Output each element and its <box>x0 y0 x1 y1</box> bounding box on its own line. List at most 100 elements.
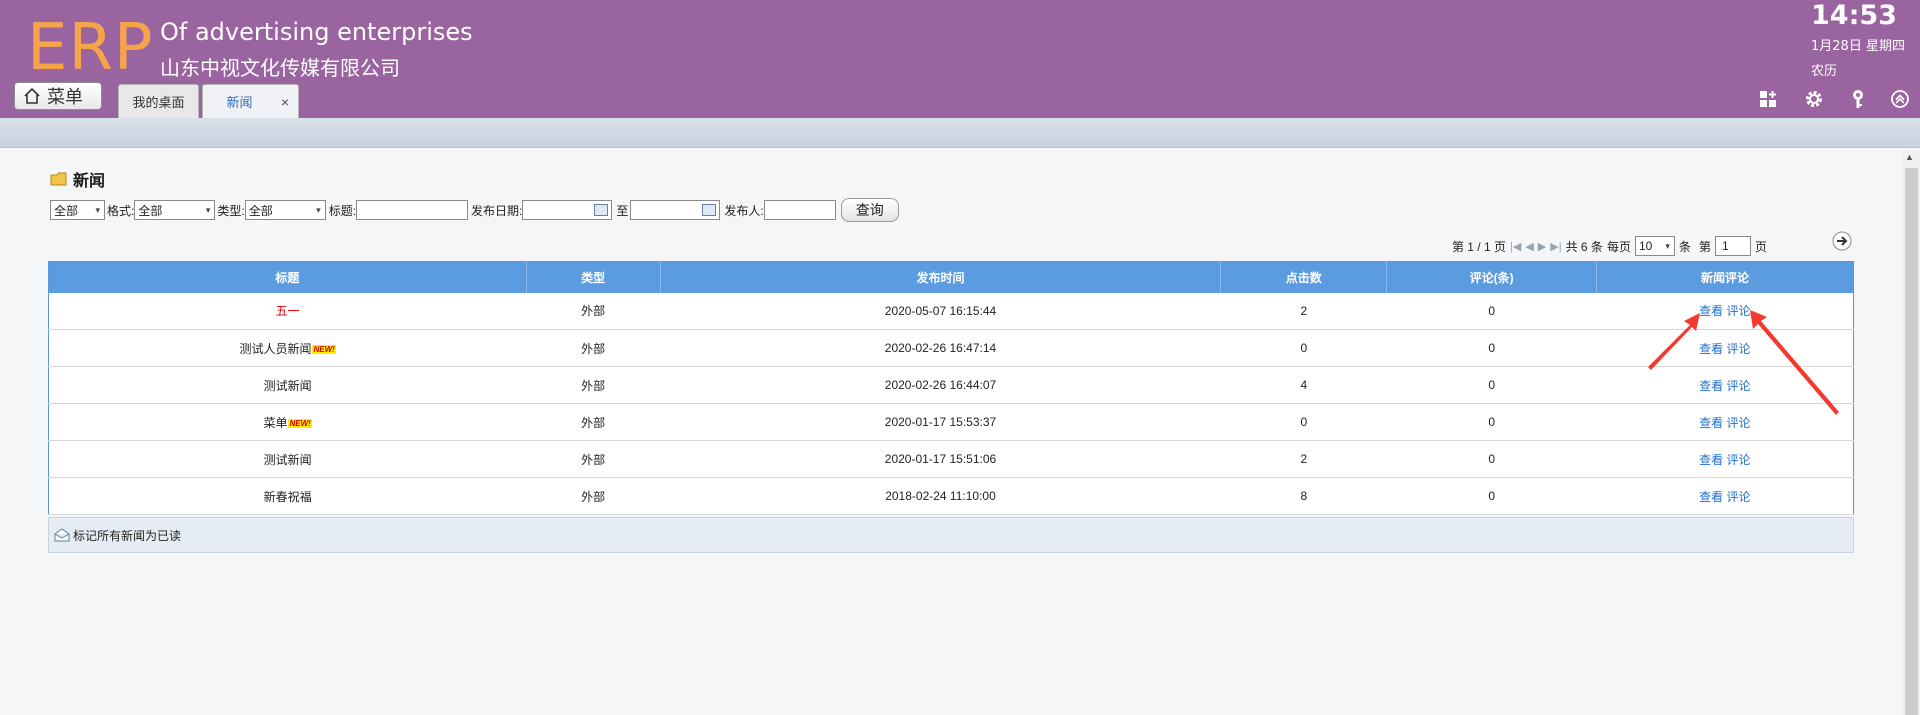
pagination: 第 1 / 1 页 |◀ ◀ ▶ ▶| 共 6 条 每页 10 ▾ 条 第 1 页 <box>1452 234 1767 258</box>
page-info: 第 1 / 1 页 <box>1451 239 1506 254</box>
news-title-cell: 测试人员新闻 NEW! <box>48 329 527 367</box>
publisher-input[interactable] <box>763 200 836 220</box>
collapse-up-icon[interactable] <box>1889 88 1911 110</box>
date-to-label: 至 <box>616 203 629 218</box>
page-title-text: 新闻 <box>73 173 106 190</box>
key-icon[interactable] <box>1847 88 1869 110</box>
chevron-down-icon: ▾ <box>95 204 100 215</box>
news-title-link[interactable]: 测试人员新闻 <box>239 342 311 356</box>
news-publish-time: 2020-01-17 15:51:06 <box>660 440 1221 478</box>
calendar-icon[interactable] <box>702 204 717 216</box>
news-comment-count: 0 <box>1386 366 1597 404</box>
column-header-clicks[interactable]: 点击数 <box>1220 261 1388 293</box>
total-count: 共 6 条 <box>1565 239 1603 254</box>
comment-link[interactable]: 评论 <box>1726 490 1750 504</box>
column-header-news-comment[interactable]: 新闻评论 <box>1596 261 1854 293</box>
column-header-title[interactable]: 标题 <box>48 261 527 293</box>
last-page-icon[interactable]: ▶| <box>1550 240 1561 253</box>
news-comment-count: 0 <box>1386 292 1597 330</box>
menu-button-label: 菜单 <box>47 87 83 107</box>
toolbar-strip <box>0 118 1920 148</box>
news-clicks: 4 <box>1220 366 1387 404</box>
table-row: 菜单 NEW! 外部 2020-01-17 15:53:37 0 0 查看 评论 <box>48 403 1854 441</box>
format-select[interactable]: 全部 ▾ <box>134 200 216 220</box>
gear-icon[interactable] <box>1803 88 1825 110</box>
news-title-cell: 菜单 NEW! <box>48 403 527 441</box>
menu-button[interactable]: 菜单 <box>14 82 102 110</box>
news-publish-time: 2020-02-26 16:44:07 <box>660 366 1221 404</box>
lunar-date: 农历 <box>1811 64 1838 79</box>
table-row: 测试人员新闻 NEW! 外部 2020-02-26 16:47:14 0 0 查看… <box>48 329 1854 367</box>
view-link[interactable]: 查看 <box>1699 453 1723 467</box>
news-title-link[interactable]: 五一 <box>48 292 527 330</box>
chevron-down-icon: ▾ <box>205 204 211 215</box>
tab-my-desktop-label: 我的桌面 <box>132 95 185 110</box>
news-title-link[interactable]: 测试新闻 <box>48 366 527 404</box>
new-badge: NEW! <box>312 344 336 354</box>
mark-all-read-link[interactable]: 标记所有新闻为已读 <box>73 527 181 544</box>
column-header-publish-time[interactable]: 发布时间 <box>660 261 1222 293</box>
prev-page-icon[interactable]: ◀ <box>1525 240 1533 253</box>
date-from-input[interactable] <box>522 200 613 220</box>
scope-select-value: 全部 <box>54 203 79 218</box>
scope-select[interactable]: 全部 ▾ <box>50 200 105 220</box>
tab-close-icon[interactable]: × <box>281 94 289 110</box>
scrollbar-thumb[interactable] <box>1905 168 1918 715</box>
chevron-down-icon: ▾ <box>316 204 321 215</box>
table-row: 五一 外部 2020-05-07 16:15:44 2 0 查看 评论 <box>48 292 1854 330</box>
news-comment-count: 0 <box>1386 403 1597 441</box>
erp-logo: ERP <box>27 11 154 85</box>
format-select-value: 全部 <box>138 203 163 218</box>
go-arrow-icon[interactable] <box>1832 231 1852 251</box>
per-page-unit: 条 <box>1678 239 1691 254</box>
scroll-up-icon[interactable]: ▲ <box>1905 152 1914 162</box>
news-type: 外部 <box>526 292 661 330</box>
column-header-type[interactable]: 类型 <box>526 261 661 293</box>
clock-date: 1月28日 星期四 <box>1811 39 1905 54</box>
calendar-icon[interactable] <box>594 204 609 216</box>
goto-label: 第 <box>1698 239 1711 254</box>
type-select[interactable]: 全部 ▾ <box>244 200 326 220</box>
per-page-select[interactable]: 10 ▾ <box>1634 236 1675 256</box>
annotation-arrows <box>1648 310 1839 415</box>
news-actions: 查看 评论 <box>1596 477 1854 515</box>
news-type: 外部 <box>526 440 661 478</box>
next-page-icon[interactable]: ▶ <box>1538 240 1546 253</box>
clock-time: 14:53 <box>1811 0 1897 31</box>
news-publish-time: 2018-02-24 11:10:00 <box>660 477 1221 515</box>
table-header-row: 标题 类型 发布时间 点击数 评论(条) 新闻评论 <box>48 261 1854 293</box>
grid-plus-icon[interactable] <box>1758 88 1780 110</box>
tab-news[interactable]: 新闻 × <box>202 84 299 118</box>
news-title-link[interactable]: 测试新闻 <box>48 440 527 478</box>
page-unit: 页 <box>1754 239 1767 254</box>
title-search-input[interactable] <box>356 200 469 220</box>
company-subtitle-cn: 山东中视文化传媒有限公司 <box>160 56 400 80</box>
date-to-input[interactable] <box>630 200 721 220</box>
news-title-link[interactable]: 新春祝福 <box>48 477 527 515</box>
news-clicks: 0 <box>1220 329 1387 367</box>
tab-my-desktop[interactable]: 我的桌面 <box>118 84 199 118</box>
home-icon <box>24 87 40 104</box>
table-row: 新春祝福 外部 2018-02-24 11:10:00 8 0 查看 评论 <box>48 477 1854 515</box>
table-row: 测试新闻 外部 2020-01-17 15:51:06 2 0 查看 评论 <box>48 440 1854 478</box>
news-comment-count: 0 <box>1386 440 1597 478</box>
news-type: 外部 <box>526 366 661 404</box>
news-publish-time: 2020-01-17 15:53:37 <box>660 403 1221 441</box>
news-comment-count: 0 <box>1386 329 1597 367</box>
chevron-down-icon: ▾ <box>1665 240 1670 251</box>
news-comment-count: 0 <box>1386 477 1597 515</box>
news-title-link[interactable]: 菜单 <box>263 416 287 430</box>
format-label: 格式: <box>107 203 135 218</box>
news-publish-time: 2020-05-07 16:15:44 <box>660 292 1221 330</box>
view-link[interactable]: 查看 <box>1699 490 1723 504</box>
query-button[interactable]: 查询 <box>840 198 899 222</box>
filter-bar: 全部 ▾ 格式: 全部 ▾ 类型: 全部 ▾ 标题: 发布日期: 至 发布人: 查询 <box>50 198 899 222</box>
goto-page-input[interactable]: 1 <box>1714 236 1751 256</box>
column-header-comment-count[interactable]: 评论(条) <box>1386 261 1598 293</box>
per-page-value: 10 <box>1638 239 1653 253</box>
first-page-icon[interactable]: |◀ <box>1510 240 1521 253</box>
news-publish-time: 2020-02-26 16:47:14 <box>660 329 1221 367</box>
comment-link[interactable]: 评论 <box>1726 453 1750 467</box>
per-page-label: 每页 <box>1606 239 1631 254</box>
app-header: ERP Of advertising enterprises 山东中视文化传媒有… <box>0 0 1920 118</box>
